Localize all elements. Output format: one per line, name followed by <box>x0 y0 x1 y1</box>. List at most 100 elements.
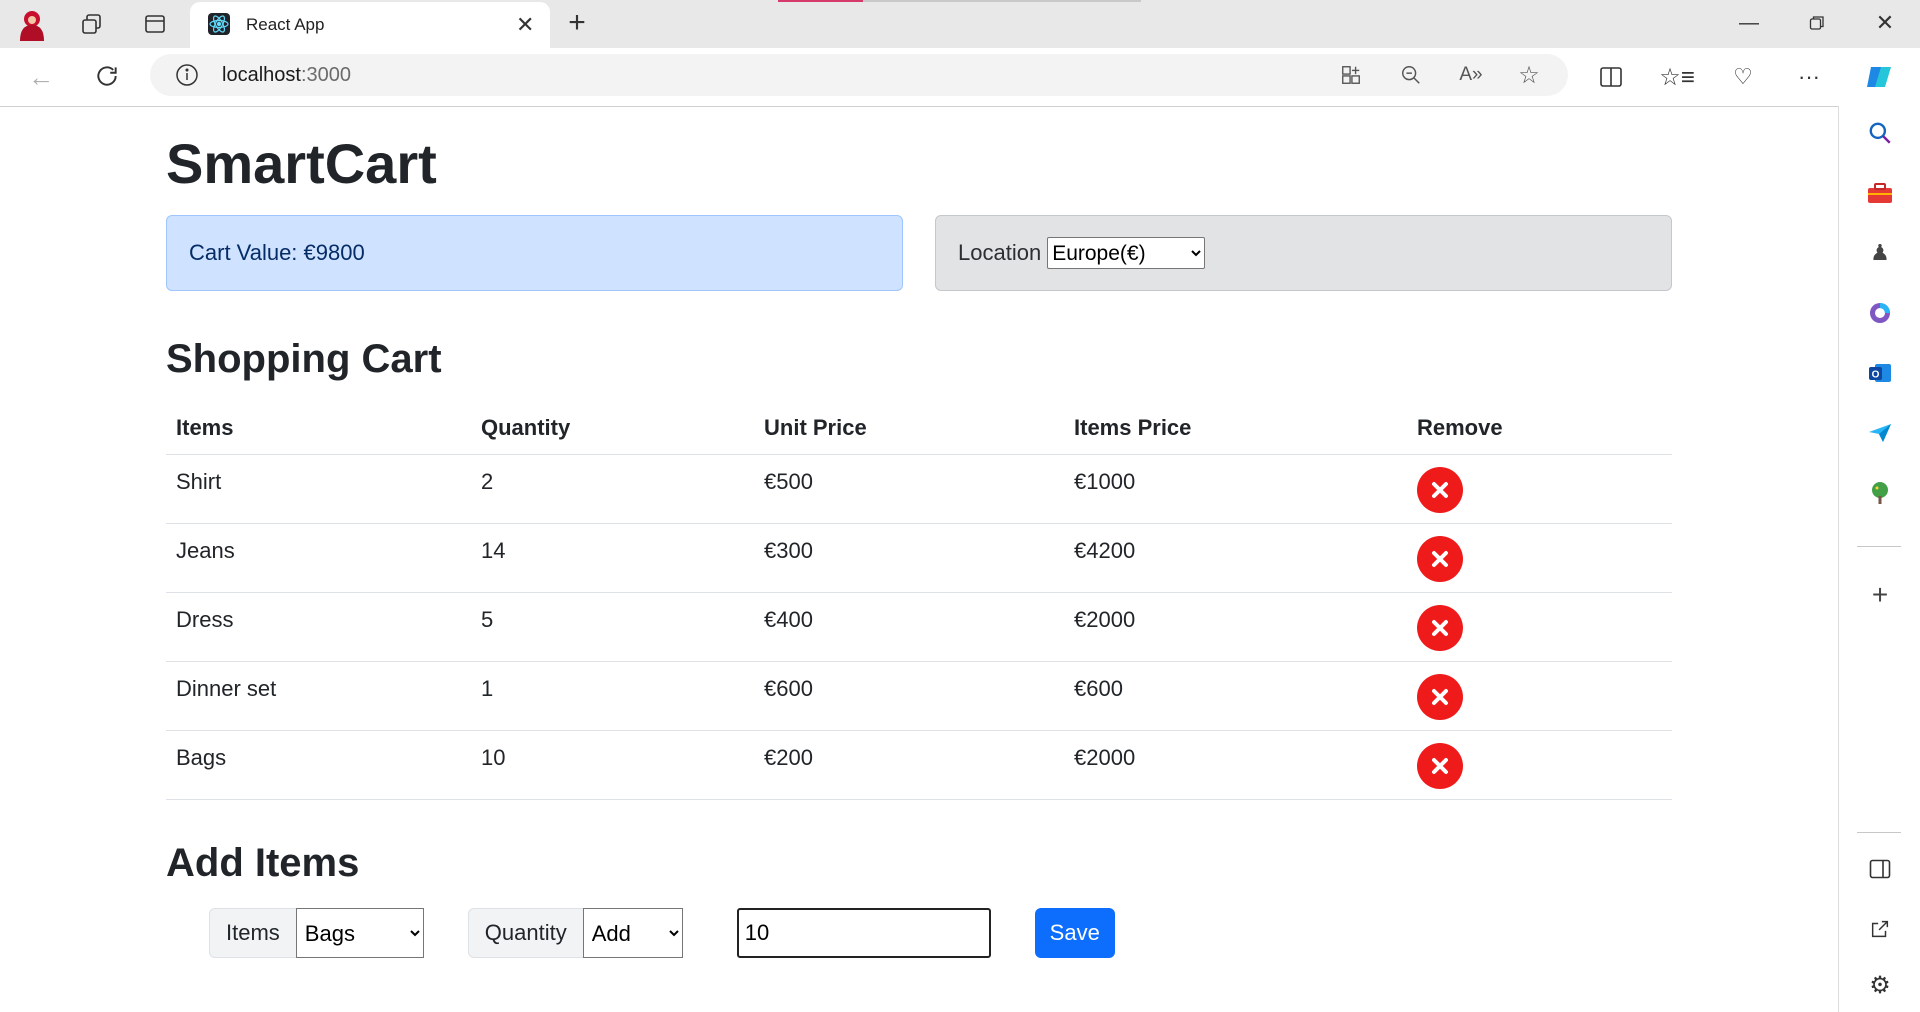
remove-item-button[interactable] <box>1417 536 1463 582</box>
address-bar[interactable]: localhost:3000 A» ☆ <box>150 54 1568 96</box>
zoom-out-icon[interactable] <box>1398 62 1424 88</box>
cell-item: Bags <box>166 730 471 800</box>
column-header-items: Items <box>166 402 471 455</box>
close-tab-icon[interactable]: ✕ <box>516 12 534 38</box>
remove-item-button[interactable] <box>1417 674 1463 720</box>
cell-items-price: €1000 <box>1064 454 1407 524</box>
favorites-icon[interactable]: ☆≡ <box>1659 62 1695 92</box>
more-menu-icon[interactable]: ··· <box>1794 62 1824 92</box>
cell-item: Dress <box>166 592 471 662</box>
cart-value-text: Cart Value: €9800 <box>189 240 365 265</box>
edge-sidebar: ♟ O + ⚙ <box>1838 106 1920 1012</box>
tree-icon[interactable] <box>1865 478 1895 508</box>
refresh-icon[interactable] <box>92 61 122 91</box>
favorite-star-icon[interactable]: ☆ <box>1516 62 1542 89</box>
cell-quantity: 5 <box>471 592 754 662</box>
items-select[interactable]: Bags <box>295 908 424 958</box>
quantity-label: Quantity <box>467 908 583 958</box>
table-header-row: Items Quantity Unit Price Items Price Re… <box>166 402 1672 455</box>
profile-avatar-icon[interactable] <box>14 6 50 42</box>
table-row: Jeans 14 €300 €4200 <box>166 523 1672 593</box>
send-icon[interactable] <box>1865 418 1895 448</box>
cell-unit-price: €500 <box>754 454 1064 524</box>
site-info-icon[interactable] <box>174 62 200 88</box>
browser-essentials-icon[interactable]: ♡ <box>1728 62 1758 92</box>
load-progress-bar <box>778 0 863 2</box>
cell-item: Dinner set <box>166 661 471 731</box>
split-screen-icon[interactable] <box>1596 62 1626 92</box>
remove-item-button[interactable] <box>1417 743 1463 789</box>
back-arrow-icon[interactable]: ← <box>26 62 56 92</box>
close-x-icon <box>1432 689 1448 705</box>
cell-remove <box>1407 661 1672 731</box>
browser-tab-strip: React App ✕ + — ✕ <box>0 0 1920 48</box>
new-tab-icon[interactable]: + <box>562 6 592 39</box>
microsoft-365-icon[interactable] <box>1865 298 1895 328</box>
hide-sidebar-icon[interactable] <box>1865 854 1895 884</box>
cell-remove <box>1407 523 1672 593</box>
address-toolbar: ← localhost:3000 A» ☆ ☆≡ ♡ ··· <box>0 48 1920 107</box>
cell-unit-price: €200 <box>754 730 1064 800</box>
table-row: Dinner set 1 €600 €600 <box>166 661 1672 731</box>
cell-item: Shirt <box>166 454 471 524</box>
quantity-input-group: Quantity Add <box>467 908 683 958</box>
cell-items-price: €2000 <box>1064 592 1407 662</box>
cart-value-alert: Cart Value: €9800 <box>166 215 903 291</box>
minimize-icon[interactable]: — <box>1734 8 1764 38</box>
copilot-icon[interactable] <box>1862 60 1896 94</box>
sidebar-divider <box>1857 546 1901 547</box>
sidebar-divider <box>1857 832 1901 833</box>
cell-unit-price: €400 <box>754 592 1064 662</box>
tab-title: React App <box>246 15 325 34</box>
add-sidebar-app-icon[interactable]: + <box>1865 579 1895 610</box>
close-x-icon <box>1432 620 1448 636</box>
table-row: Shirt 2 €500 €1000 <box>166 454 1672 524</box>
svg-text:O: O <box>1872 370 1880 381</box>
cell-quantity: 14 <box>471 523 754 593</box>
table-row: Dress 5 €400 €2000 <box>166 592 1672 662</box>
page-content: SmartCart Cart Value: €9800 Location Eur… <box>0 107 1838 1012</box>
restore-icon[interactable] <box>1802 8 1832 38</box>
cell-quantity: 1 <box>471 661 754 731</box>
location-select[interactable]: Europe(€) <box>1047 237 1206 269</box>
items-label: Items <box>209 908 296 958</box>
shopping-cart-heading: Shopping Cart <box>166 337 442 381</box>
cell-unit-price: €600 <box>754 661 1064 731</box>
column-header-unit-price: Unit Price <box>754 402 1064 455</box>
read-aloud-icon[interactable]: A» <box>1458 62 1484 88</box>
column-header-quantity: Quantity <box>471 402 754 455</box>
workspaces-icon[interactable] <box>78 10 106 38</box>
cell-items-price: €600 <box>1064 661 1407 731</box>
external-link-icon[interactable] <box>1865 914 1895 944</box>
cell-unit-price: €300 <box>754 523 1064 593</box>
active-tab[interactable]: React App ✕ <box>190 2 550 48</box>
settings-gear-icon[interactable]: ⚙ <box>1865 970 1895 1000</box>
search-icon[interactable] <box>1865 118 1895 148</box>
action-select[interactable]: Add <box>582 908 683 958</box>
quantity-input[interactable] <box>736 908 991 958</box>
cell-remove <box>1407 592 1672 662</box>
cart-table: Items Quantity Unit Price Items Price Re… <box>166 402 1672 800</box>
column-header-items-price: Items Price <box>1064 402 1407 455</box>
location-label: Location <box>958 240 1042 265</box>
cell-remove <box>1407 730 1672 800</box>
remove-item-button[interactable] <box>1417 605 1463 651</box>
vertical-tabs-icon[interactable] <box>141 10 169 38</box>
cell-quantity: 10 <box>471 730 754 800</box>
cell-item: Jeans <box>166 523 471 593</box>
load-progress-track <box>863 0 1141 2</box>
close-x-icon <box>1432 551 1448 567</box>
cell-items-price: €2000 <box>1064 730 1407 800</box>
save-button[interactable]: Save <box>1034 908 1115 958</box>
app-available-icon[interactable] <box>1338 62 1364 88</box>
react-logo-icon <box>208 13 230 35</box>
remove-item-button[interactable] <box>1417 467 1463 513</box>
items-input-group: Items Bags <box>209 908 424 958</box>
tools-icon[interactable] <box>1865 178 1895 208</box>
column-header-remove: Remove <box>1407 402 1672 455</box>
games-icon[interactable]: ♟ <box>1865 238 1895 268</box>
cell-remove <box>1407 454 1672 524</box>
window-close-icon[interactable]: ✕ <box>1870 8 1900 38</box>
outlook-icon[interactable]: O <box>1865 358 1895 388</box>
add-items-form: Items Bags Quantity Add Save <box>209 908 1115 958</box>
